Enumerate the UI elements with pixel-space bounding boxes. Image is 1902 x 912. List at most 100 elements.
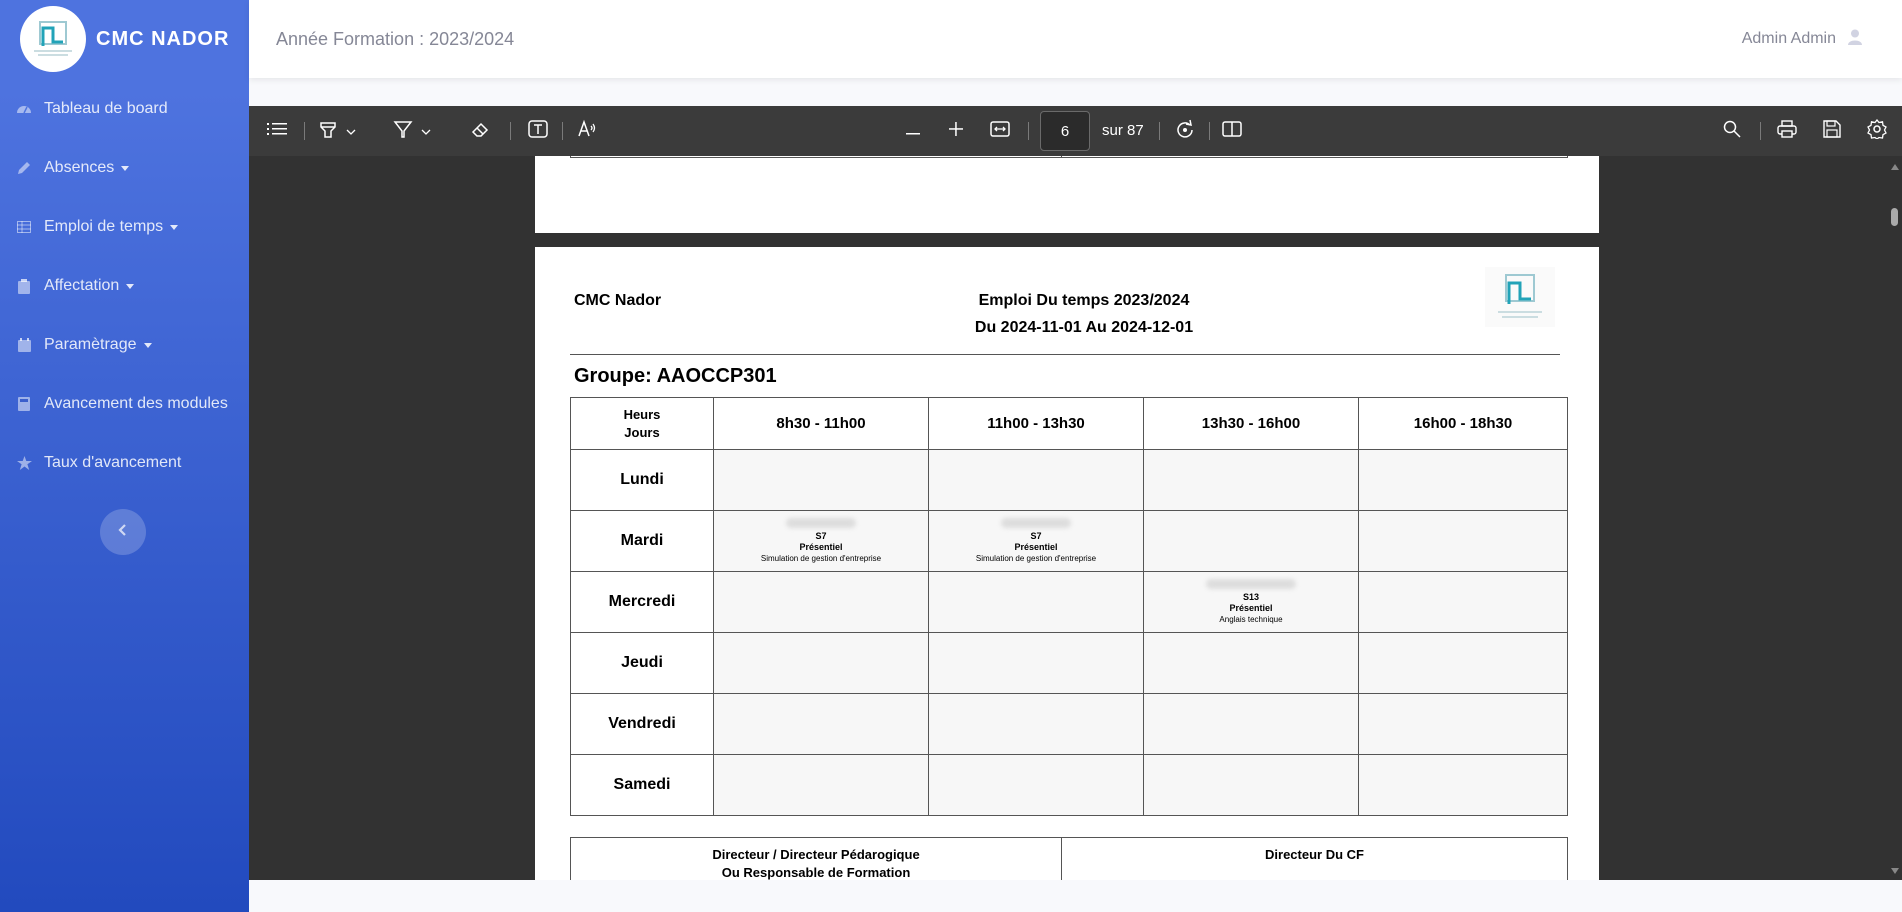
timetable-cell: [1358, 632, 1568, 694]
page-number-input[interactable]: [1040, 111, 1090, 151]
page-view-icon: [1222, 120, 1242, 142]
scroll-up-icon[interactable]: [1891, 164, 1899, 170]
sidebar-item-taux-d-avancement[interactable]: Taux d'avancement: [0, 443, 249, 483]
document-period: Du 2024-11-01 Au 2024-12-01: [974, 319, 1194, 336]
eraser-icon: [470, 119, 490, 144]
toolbar-separator: [1760, 122, 1761, 140]
corner-label-hours: Heurs: [623, 406, 661, 422]
day-label: Lundi: [570, 449, 714, 511]
redacted-trainer-name: [786, 518, 856, 528]
user-menu[interactable]: Admin Admin: [1742, 29, 1862, 50]
sidebar-item-label: Absences: [44, 159, 115, 176]
session: S13 Présentiel Anglais technique: [1144, 579, 1358, 625]
timetable: Heurs Jours 8h30 - 11h00 11h00 - 13h30 1…: [570, 397, 1568, 816]
table-row: Jeudi: [570, 632, 1568, 694]
settings-button[interactable]: [1866, 118, 1888, 143]
caret-down-icon: [121, 165, 130, 171]
calculator-icon: [16, 396, 32, 412]
timetable-cell: S7 Présentiel Simulation de gestion d'en…: [928, 510, 1144, 572]
fit-width-button[interactable]: [989, 119, 1011, 143]
timetable-cell: [1143, 632, 1359, 694]
slot-header: 8h30 - 11h00: [713, 397, 929, 450]
chevron-down-icon: [346, 122, 356, 140]
timetable-cell: S13 Présentiel Anglais technique: [1143, 571, 1359, 633]
table-row: Mardi S7 Présentiel Simulation de gestio…: [570, 510, 1568, 572]
brand-logo: [20, 6, 86, 72]
timetable-cell: S7 Présentiel Simulation de gestion d'en…: [713, 510, 929, 572]
brand-name: CMC NADOR: [96, 27, 230, 50]
timetable-cell: [1143, 693, 1359, 755]
text-box-icon: [528, 119, 548, 143]
text-button[interactable]: [527, 119, 549, 143]
timetable-cell: [928, 632, 1144, 694]
signature-left-line2: Ou Responsable de Formation: [721, 865, 911, 880]
draw-options-button[interactable]: [419, 119, 433, 143]
toolbar-separator: [510, 122, 511, 140]
brand[interactable]: CMC NADOR: [0, 0, 249, 78]
pdf-viewer: sur 87 CMC Nador Emploi: [249, 106, 1902, 880]
pdf-toolbar: sur 87: [249, 106, 1902, 156]
slot-header: 11h00 - 13h30: [928, 397, 1144, 450]
day-label: Jeudi: [570, 632, 714, 694]
timetable-cell: [1143, 754, 1359, 816]
draw-button[interactable]: [392, 119, 414, 143]
timetable-cell: [1358, 510, 1568, 572]
toolbar-separator: [1028, 122, 1029, 140]
erase-button[interactable]: [469, 119, 491, 143]
sidebar-item-label: Emploi de temps: [44, 218, 164, 235]
search-button[interactable]: [1721, 119, 1743, 143]
timetable-cell: [1143, 449, 1359, 511]
sidebar-item-label: Affectation: [44, 277, 120, 294]
caret-down-icon: [143, 342, 152, 348]
session-module: Simulation de gestion d'entreprise: [975, 554, 1097, 563]
scroll-down-icon[interactable]: [1891, 868, 1899, 874]
sidebar-item-parametrage[interactable]: Paramètrage: [0, 325, 249, 365]
page-total: sur 87: [1102, 122, 1144, 139]
rotate-icon: [1175, 119, 1195, 144]
sidebar-toggle-button[interactable]: [100, 509, 146, 555]
highlight-button[interactable]: [317, 119, 339, 143]
chevron-left-icon: [118, 523, 128, 541]
topbar: Année Formation : 2023/2024 Admin Admin: [249, 0, 1902, 78]
document-logo: [1485, 267, 1555, 327]
signature-left-line1: Directeur / Directeur Pédarogique: [712, 847, 920, 862]
pdf-page: CMC Nador Emploi Du temps 2023/2024 Du 2…: [535, 247, 1599, 880]
signature-right: Directeur Du CF: [1265, 847, 1364, 862]
slot-header: 13h30 - 16h00: [1143, 397, 1359, 450]
session-mode: Présentiel: [799, 542, 843, 552]
table-row: Mercredi S13 Présentiel Anglais techniqu…: [570, 571, 1568, 633]
highlight-options-button[interactable]: [344, 119, 358, 143]
clipboard-icon: [16, 278, 32, 294]
pencil-icon: [16, 160, 32, 176]
save-button[interactable]: [1821, 119, 1843, 143]
footer: [249, 880, 1902, 912]
scrollbar-thumb[interactable]: [1891, 208, 1898, 226]
sidebar-item-tableau-de-board[interactable]: Tableau de board: [0, 89, 249, 129]
sidebar-item-avancement-des-modules[interactable]: Avancement des modules: [0, 384, 249, 424]
search-icon: [1723, 120, 1741, 143]
sidebar-item-emploi-de-temps[interactable]: Emploi de temps: [0, 207, 249, 247]
redacted-trainer-name: [1001, 518, 1071, 528]
vertical-scrollbar[interactable]: [1888, 156, 1902, 880]
print-button[interactable]: [1776, 119, 1798, 143]
org-name: CMC Nador: [574, 292, 662, 309]
zoom-in-button[interactable]: [945, 119, 967, 143]
chevron-down-icon: [421, 122, 431, 140]
zoom-out-button[interactable]: [902, 119, 924, 143]
document-title: Emploi Du temps 2023/2024: [978, 292, 1190, 309]
document-area[interactable]: CMC Nador Emploi Du temps 2023/2024 Du 2…: [249, 156, 1902, 880]
group-name: Groupe: AAOCCP301: [574, 365, 777, 387]
day-label: Mardi: [570, 510, 714, 572]
toolbar-separator: [1159, 122, 1160, 140]
signature-left: Directeur / Directeur Pédarogique Ou Res…: [571, 846, 1061, 880]
academic-year: Année Formation : 2023/2024: [276, 28, 515, 49]
page-view-button[interactable]: [1221, 119, 1243, 143]
sidebar-item-label: Tableau de board: [44, 100, 168, 117]
timetable-cell: [1358, 571, 1568, 633]
sidebar-item-affectation[interactable]: Affectation: [0, 266, 249, 306]
sidebar-item-absences[interactable]: Absences: [0, 148, 249, 188]
read-aloud-button[interactable]: [576, 119, 598, 143]
outline-button[interactable]: [265, 119, 289, 143]
rotate-button[interactable]: [1174, 119, 1196, 143]
corner-header: Heurs Jours: [570, 397, 714, 450]
